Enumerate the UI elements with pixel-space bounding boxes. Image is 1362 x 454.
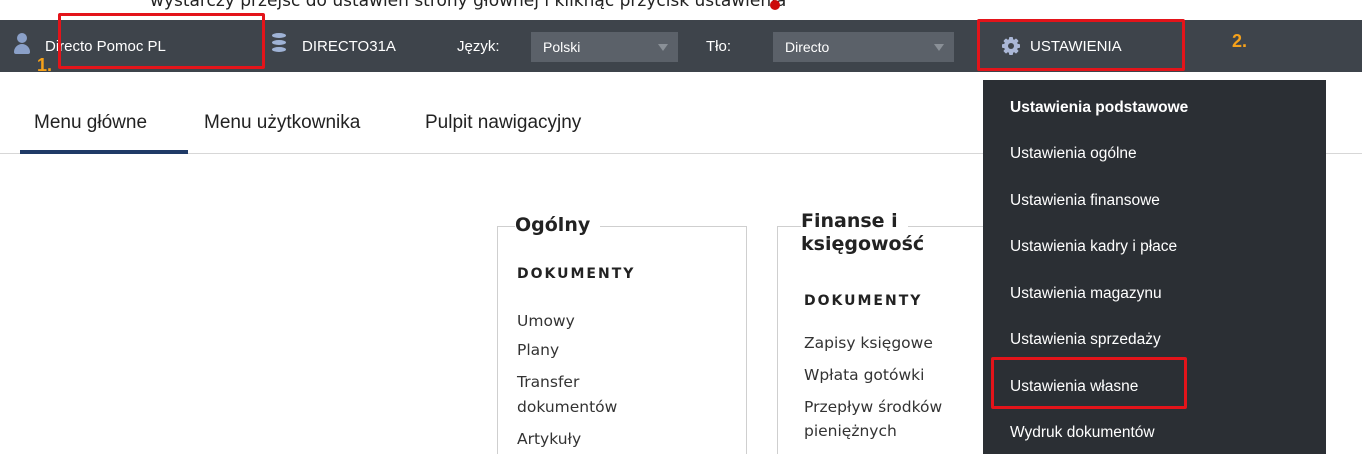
language-select[interactable]: Polski bbox=[531, 32, 678, 62]
menu-item-wydruk-dokumentow[interactable]: Wydruk dokumentów bbox=[1010, 424, 1155, 442]
tab-menu-glowne[interactable]: Menu główne bbox=[34, 112, 147, 134]
database-icon bbox=[272, 33, 286, 53]
section-heading-dokumenty: DOKUMENTY bbox=[517, 266, 636, 282]
caption-text: wystarczy przejść do ustawień strony głó… bbox=[150, 0, 787, 11]
menu-item-ustawienia-podstawowe[interactable]: Ustawienia podstawowe bbox=[1010, 99, 1188, 117]
chevron-down-icon bbox=[934, 44, 944, 51]
menu-item-ustawienia-finansowe[interactable]: Ustawienia finansowe bbox=[1010, 192, 1160, 210]
background-value: Directo bbox=[785, 39, 830, 55]
annotation-box-settings bbox=[977, 19, 1185, 71]
link-przeplyw-srodkow[interactable]: Przepływ środków bbox=[804, 396, 942, 419]
background-label: Tło: bbox=[706, 37, 732, 55]
column-title-ogolny: Ogólny bbox=[515, 214, 601, 236]
language-label: Język: bbox=[457, 37, 500, 55]
database-name: DIRECTO31A bbox=[302, 37, 396, 55]
menu-item-ustawienia-kadry-i-place[interactable]: Ustawienia kadry i płace bbox=[1010, 238, 1177, 256]
link-artykuly[interactable]: Artykuły bbox=[517, 428, 581, 451]
active-tab-indicator bbox=[20, 150, 188, 154]
link-plany[interactable]: Plany bbox=[517, 339, 559, 362]
link-pienieznych[interactable]: pieniężnych bbox=[804, 420, 897, 443]
tab-menu-uzytkownika[interactable]: Menu użytkownika bbox=[204, 112, 360, 134]
link-dokumentow[interactable]: dokumentów bbox=[517, 396, 617, 419]
column-title-finanse-line2: księgowość bbox=[801, 233, 935, 255]
tab-pulpit-nawigacyjny[interactable]: Pulpit nawigacyjny bbox=[425, 112, 581, 134]
menu-item-ustawienia-sprzedazy[interactable]: Ustawienia sprzedaży bbox=[1010, 331, 1161, 349]
link-umowy[interactable]: Umowy bbox=[517, 310, 575, 333]
column-title-finanse-line1: Finanse i bbox=[801, 210, 908, 232]
section-heading-dokumenty: DOKUMENTY bbox=[804, 293, 923, 309]
language-value: Polski bbox=[543, 39, 581, 55]
link-transfer[interactable]: Transfer bbox=[517, 371, 579, 394]
menu-item-ustawienia-ogolne[interactable]: Ustawienia ogólne bbox=[1010, 145, 1137, 163]
annotation-number-2: 2. bbox=[1232, 31, 1248, 51]
background-select[interactable]: Directo bbox=[773, 32, 954, 62]
menu-item-ustawienia-magazynu[interactable]: Ustawienia magazynu bbox=[1010, 285, 1162, 303]
annotation-box-ustawienia-wlasne bbox=[991, 357, 1187, 409]
user-icon bbox=[14, 33, 30, 55]
annotation-box-user bbox=[58, 13, 265, 69]
notification-dot bbox=[770, 0, 780, 10]
chevron-down-icon bbox=[658, 44, 668, 51]
database-link[interactable]: DIRECTO31A bbox=[302, 20, 396, 72]
link-wplata-gotowki[interactable]: Wpłata gotówki bbox=[804, 364, 924, 387]
link-zapisy-ksiegowe[interactable]: Zapisy księgowe bbox=[804, 332, 933, 355]
screenshot-root: wystarczy przejść do ustawień strony głó… bbox=[0, 0, 1362, 454]
